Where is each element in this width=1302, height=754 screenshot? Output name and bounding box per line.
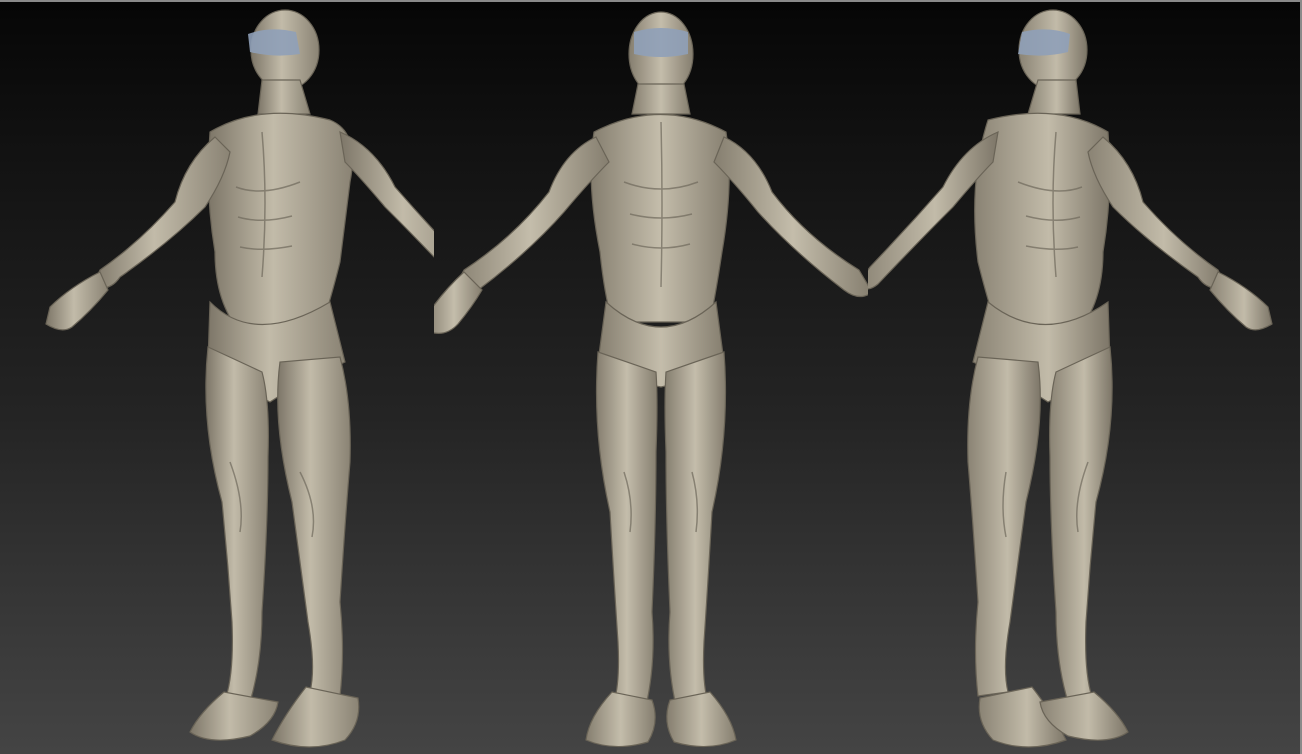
sculpt-model-left-svg [45, 9, 434, 748]
sculpt-model-front-svg [434, 11, 868, 748]
eye-mask-shape [634, 28, 688, 57]
eye-mask-shape [1018, 29, 1070, 56]
sculpt-model-right-view[interactable] [868, 2, 1300, 754]
sculpt-model-right-svg [868, 9, 1273, 748]
eye-mask-shape [248, 29, 300, 56]
sculpt-model-left-view[interactable] [0, 2, 434, 754]
3d-viewport-canvas[interactable] [0, 0, 1302, 754]
sculpt-model-front-view[interactable] [434, 2, 868, 754]
